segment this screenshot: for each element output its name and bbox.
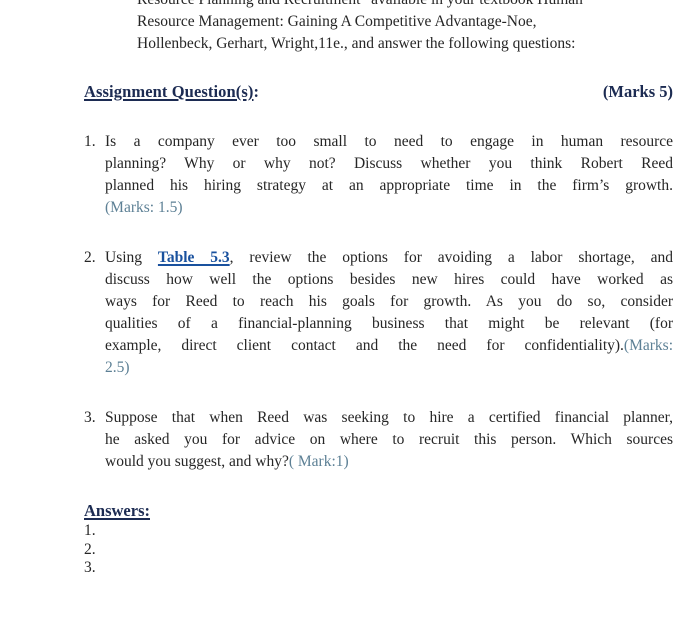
question-item-3: 3. Suppose that when Reed was seeking to… bbox=[84, 407, 673, 473]
question-3-marks: ( Mark:1) bbox=[288, 453, 349, 470]
intro-line-1-text: Resource Planning and Recruitment” avail… bbox=[137, 0, 674, 11]
answer-item-3[interactable]: 3. bbox=[84, 559, 150, 578]
intro-line-2-text: Resource Management: Gaining A Competiti… bbox=[137, 13, 537, 30]
question-2-marks-wrap: 2.5) bbox=[105, 359, 130, 376]
answers-list: 1. 2. 3. bbox=[84, 522, 150, 578]
assignment-question-heading-text: Assignment Question(s) bbox=[84, 82, 254, 101]
question-2-prefix: Using bbox=[105, 249, 158, 266]
assignment-heading-row: Assignment Question(s): (Marks 5) bbox=[84, 82, 673, 102]
question-1-line-2: planning? Why or why not? Discuss whethe… bbox=[105, 155, 673, 172]
question-item-2: 2. Using Table 5.3, review the options f… bbox=[84, 247, 673, 379]
answer-item-2[interactable]: 2. bbox=[84, 541, 150, 560]
assignment-question-heading: Assignment Question(s): bbox=[84, 82, 259, 102]
question-3-line-1: Suppose that when Reed was seeking to hi… bbox=[105, 409, 673, 426]
question-3-line-2: he asked you for advice on where to recr… bbox=[105, 431, 673, 448]
question-1-marks: (Marks: 1.5) bbox=[105, 199, 183, 216]
question-body-3: Suppose that when Reed was seeking to hi… bbox=[84, 407, 673, 473]
assignment-question-heading-colon: : bbox=[253, 82, 260, 101]
question-1-line-1: Is a company ever too small to need to e… bbox=[105, 133, 673, 150]
question-2-line-4: qualities of a financial-planning busine… bbox=[105, 315, 673, 332]
answer-item-1[interactable]: 1. bbox=[84, 522, 150, 541]
question-body-1: Is a company ever too small to need to e… bbox=[84, 131, 673, 219]
question-item-1: 1. Is a company ever too small to need t… bbox=[84, 131, 673, 219]
question-2-marks-inline: (Marks: bbox=[623, 337, 673, 354]
table-5-3-link[interactable]: Table 5.3 bbox=[158, 249, 230, 266]
question-2-line-5-text: example, direct client contact and the n… bbox=[105, 337, 624, 354]
question-3-line-3: would you suggest, and why?( Mark:1) bbox=[105, 451, 673, 473]
intro-paragraph: Resource Planning and Recruitment” avail… bbox=[137, 0, 674, 55]
question-3-line-3-text: would you suggest, and why? bbox=[105, 453, 289, 470]
question-2-line-1: Using Table 5.3, review the options for … bbox=[105, 247, 673, 269]
answers-heading: Answers: bbox=[84, 501, 150, 520]
question-2-line-3: ways for Reed to reach his goals for gro… bbox=[105, 293, 673, 310]
question-2-line-2: discuss how well the options besides new… bbox=[105, 271, 673, 288]
intro-line-3: Hollenbeck, Gerhart, Wright,11e., and an… bbox=[137, 33, 674, 55]
intro-line-clipped: Resource Planning and Recruitment” avail… bbox=[137, 0, 674, 11]
answers-section: Answers: 1. 2. 3. bbox=[84, 501, 150, 578]
question-1-line-3: planned his hiring strategy at an approp… bbox=[105, 177, 673, 194]
question-2-line-5: example, direct client contact and the n… bbox=[105, 335, 673, 357]
intro-line-2: Resource Management: Gaining A Competiti… bbox=[137, 11, 674, 33]
intro-line-3-text: Hollenbeck, Gerhart, Wright,11e., and an… bbox=[137, 35, 576, 52]
document-page: Resource Planning and Recruitment” avail… bbox=[0, 0, 700, 632]
question-body-2: Using Table 5.3, review the options for … bbox=[84, 247, 673, 379]
assignment-total-marks: (Marks 5) bbox=[602, 82, 673, 101]
question-2-line-1-rest: , review the options for avoiding a labo… bbox=[229, 249, 673, 266]
